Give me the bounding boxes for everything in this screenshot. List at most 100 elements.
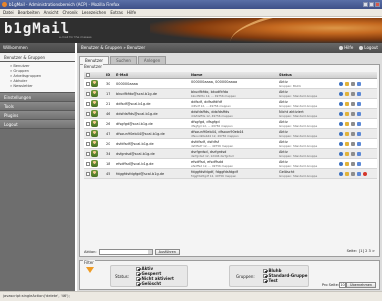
lock-icon[interactable] xyxy=(351,122,355,126)
close-window-button[interactable] xyxy=(375,2,380,7)
user-email[interactable]: dfsoun90eb44@scal.b1g.de xyxy=(116,129,184,139)
lock-icon[interactable] xyxy=(351,112,355,116)
edit-icon[interactable] xyxy=(345,92,349,96)
table-row[interactable]: 34 dsfgrdsd@scal.b1g.de dsrfgrdsd, dsrfgrd… xyxy=(84,149,377,159)
minimize-button[interactable] xyxy=(363,2,368,7)
lock-icon[interactable] xyxy=(351,132,355,136)
info-icon[interactable] xyxy=(339,132,343,136)
user-email[interactable]: efsdffsd@scal.b1g.de xyxy=(116,159,184,169)
edit-icon[interactable] xyxy=(345,172,349,176)
info-icon[interactable] xyxy=(339,152,343,156)
row-checkbox[interactable] xyxy=(86,82,90,86)
row-checkbox[interactable] xyxy=(86,172,90,176)
edit-icon[interactable] xyxy=(345,82,349,86)
action-select[interactable] xyxy=(98,249,153,255)
table-row[interactable]: 26 dfsgfgd@scal.b1g.de dfsgfgd, dfsgfgd dfs… xyxy=(84,119,377,129)
column-name[interactable]: Name xyxy=(191,72,276,79)
menu-datei[interactable]: Datei xyxy=(3,10,14,15)
column-status[interactable]: Status xyxy=(279,72,335,79)
user-email[interactable]: bkudfkfdo@scal.b1g.de xyxy=(116,89,184,99)
per-page-input[interactable]: 10 xyxy=(339,282,346,288)
restore-icon[interactable] xyxy=(363,172,367,176)
lock-icon[interactable] xyxy=(351,102,355,106)
row-checkbox[interactable] xyxy=(86,152,90,156)
edit-icon[interactable] xyxy=(345,142,349,146)
info-icon[interactable] xyxy=(339,82,343,86)
user-email[interactable]: 000000aaaa xyxy=(116,79,184,89)
select-all-checkbox[interactable] xyxy=(86,73,90,77)
pager-pages[interactable]: [1] 2 3 > xyxy=(359,249,375,253)
menu-bearbeiten[interactable]: Bearbeiten xyxy=(18,10,40,15)
edit-icon[interactable] xyxy=(345,152,349,156)
row-checkbox[interactable] xyxy=(86,122,90,126)
user-email[interactable]: fdggfdsfdgfgd@scal.b1g.de xyxy=(116,169,184,179)
trash-icon[interactable] xyxy=(357,92,361,96)
table-row[interactable]: 45 fdggfdsfdgfgd@scal.b1g.de fdggfdsfdgdf,… xyxy=(84,169,377,179)
user-email[interactable]: dsfdfsdf@scal.b1g.de xyxy=(116,139,184,149)
trash-icon[interactable] xyxy=(357,82,361,86)
trash-icon[interactable] xyxy=(357,122,361,126)
menu-chronik[interactable]: Chronik xyxy=(62,10,77,15)
column-email[interactable]: E-Mail xyxy=(116,72,184,79)
table-row[interactable]: 17 bkudfkfdo@scal.b1g.de bkudfkfdo, bkudfk… xyxy=(84,89,377,99)
row-checkbox[interactable] xyxy=(86,92,90,96)
sidebar-section-plugins[interactable]: Plugins xyxy=(0,111,75,120)
user-email[interactable]: ddsfdsffds@scal.b1g.de xyxy=(116,109,184,119)
info-icon[interactable] xyxy=(339,142,343,146)
sidebar-section-logout[interactable]: Logout xyxy=(0,120,75,129)
info-icon[interactable] xyxy=(339,92,343,96)
trash-icon[interactable] xyxy=(357,132,361,136)
row-checkbox[interactable] xyxy=(86,162,90,166)
group-option-test[interactable]: Test xyxy=(263,278,307,283)
lock-icon[interactable] xyxy=(351,152,355,156)
checkbox-geloescht[interactable] xyxy=(136,282,140,286)
lock-icon[interactable] xyxy=(351,162,355,166)
info-icon[interactable] xyxy=(339,162,343,166)
row-checkbox[interactable] xyxy=(86,142,90,146)
menu-hilfe[interactable]: Hilfe xyxy=(127,10,136,15)
table-row[interactable]: 21 ddfsdf@scal.b1g.de ddfsdf, ddfsdfdfdf dd… xyxy=(84,99,377,109)
sidebar-section-tools[interactable]: Tools xyxy=(0,102,75,111)
menu-ansicht[interactable]: Ansicht xyxy=(44,10,59,15)
row-checkbox[interactable] xyxy=(86,112,90,116)
table-row[interactable]: 18 efsdffsd@scal.b1g.de efsdffsd, efsdffsd… xyxy=(84,159,377,169)
menu-extras[interactable]: Extras xyxy=(110,10,123,15)
info-icon[interactable] xyxy=(339,112,343,116)
edit-icon[interactable] xyxy=(345,132,349,136)
trash-icon[interactable] xyxy=(357,162,361,166)
table-row[interactable]: 30 000000aaaa 000000aaaa, 000000aaaa Aktiv G… xyxy=(84,79,377,89)
execute-button[interactable]: Ausführen xyxy=(154,249,180,255)
lock-icon[interactable] xyxy=(351,172,355,176)
edit-icon[interactable] xyxy=(345,122,349,126)
sidebar-section-benutzer-gruppen[interactable]: Benutzer & Gruppen xyxy=(0,53,75,62)
apply-filter-button[interactable]: Übernehmen xyxy=(346,282,376,288)
info-icon[interactable] xyxy=(339,102,343,106)
trash-icon[interactable] xyxy=(357,102,361,106)
user-email[interactable]: ddfsdf@scal.b1g.de xyxy=(116,99,184,109)
sidebar-item-newsletter[interactable]: » Newsletter xyxy=(10,84,75,89)
table-row[interactable]: 47 dfsoun90eb44@scal.b1g.de dfsoun90eb44, … xyxy=(84,129,377,139)
row-checkbox[interactable] xyxy=(86,102,90,106)
lock-icon[interactable] xyxy=(351,142,355,146)
user-email[interactable]: dsfgrdsd@scal.b1g.de xyxy=(116,149,184,159)
lock-icon[interactable] xyxy=(351,92,355,96)
table-row[interactable]: 46 ddsfdsffds@scal.b1g.de ddsfdsffds, ddsf… xyxy=(84,109,377,119)
maximize-button[interactable] xyxy=(369,2,374,7)
trash-icon[interactable] xyxy=(357,152,361,156)
sidebar-section-einstellungen[interactable]: Einstellungen xyxy=(0,93,75,102)
status-option-geloescht[interactable]: Gelöscht xyxy=(136,281,174,286)
lock-icon[interactable] xyxy=(351,82,355,86)
table-row[interactable]: 20 dsfdfsdf@scal.b1g.de dsfdfsdf, dsfdfsf d… xyxy=(84,139,377,149)
edit-icon[interactable] xyxy=(345,162,349,166)
info-icon[interactable] xyxy=(339,122,343,126)
edit-icon[interactable] xyxy=(345,102,349,106)
trash-icon[interactable] xyxy=(357,112,361,116)
checkbox-test[interactable] xyxy=(263,279,267,283)
trash-icon[interactable] xyxy=(357,142,361,146)
row-checkbox[interactable] xyxy=(86,132,90,136)
edit-icon[interactable] xyxy=(345,112,349,116)
logout-link[interactable]: Logout xyxy=(359,43,378,53)
user-email[interactable]: dfsgfgd@scal.b1g.de xyxy=(116,119,184,129)
info-icon[interactable] xyxy=(339,172,343,176)
menu-lesezeichen[interactable]: Lesezeichen xyxy=(82,10,107,15)
